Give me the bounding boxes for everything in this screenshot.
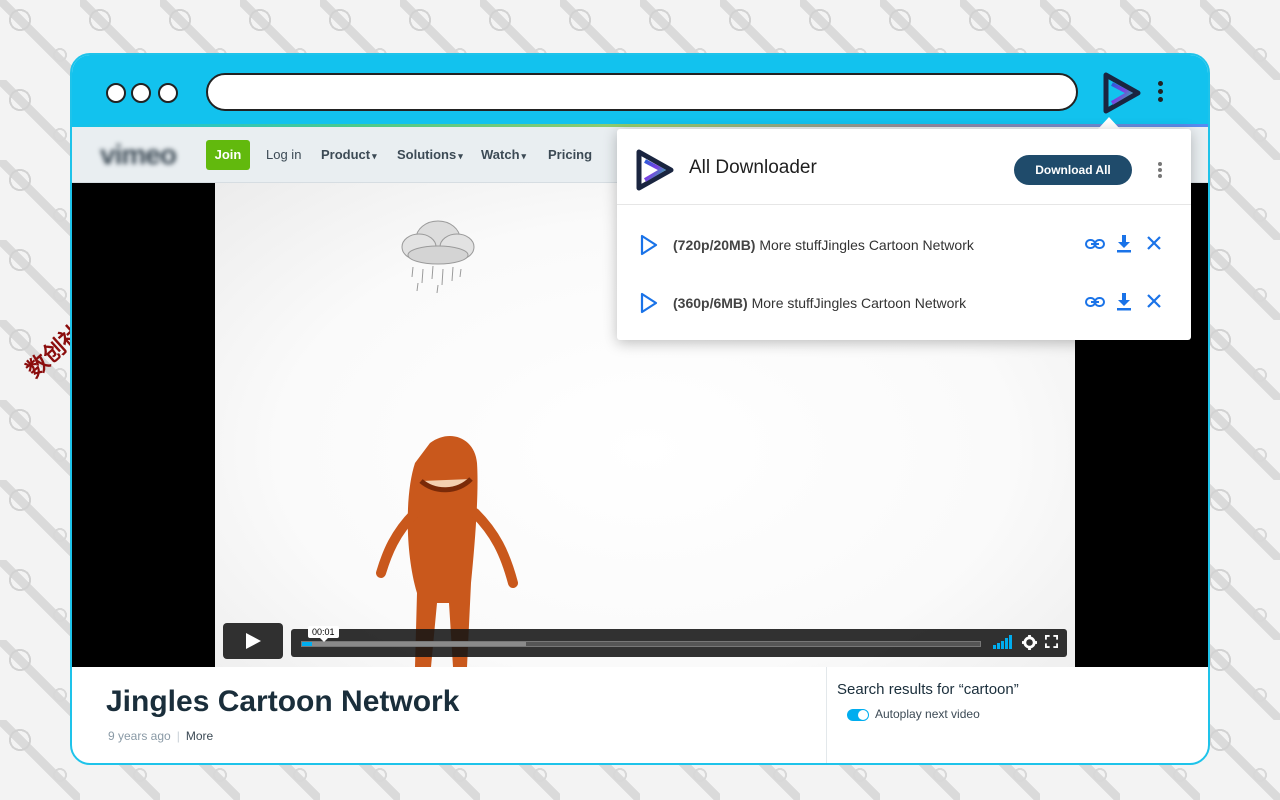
browser-menu-icon[interactable] <box>1156 81 1164 105</box>
autoplay-label: Autoplay next video <box>875 707 980 721</box>
download-icon[interactable] <box>1115 292 1133 312</box>
play-icon[interactable] <box>639 292 659 314</box>
download-item: (720p/20MB) More stuffJingles Cartoon Ne… <box>617 225 1191 265</box>
download-item-quality: (720p/20MB) <box>673 237 756 253</box>
upload-age: 9 years ago <box>108 729 171 743</box>
chevron-down-icon: ▾ <box>521 151 527 161</box>
all-downloader-extension-icon[interactable] <box>1102 72 1142 114</box>
autoplay-toggle[interactable] <box>847 709 869 721</box>
download-item-label: (360p/6MB) More stuffJingles Cartoon Net… <box>673 295 966 311</box>
downloader-popup: All Downloader Download All (720p/20MB) … <box>617 129 1191 340</box>
nav-watch-label: Watch <box>481 147 520 162</box>
video-meta: 9 years ago | More <box>108 729 214 743</box>
download-all-button[interactable]: Download All <box>1014 155 1132 185</box>
popup-caret <box>1098 117 1120 129</box>
nav-watch[interactable]: Watch ▾ <box>481 147 526 162</box>
close-icon[interactable] <box>1145 292 1163 310</box>
login-link[interactable]: Log in <box>266 147 301 162</box>
volume-icon[interactable] <box>993 635 1013 649</box>
progress-bar[interactable]: 00:01 <box>301 626 981 647</box>
current-time-tooltip: 00:01 <box>308 626 339 642</box>
download-item-name: More stuffJingles Cartoon Network <box>751 295 967 311</box>
vimeo-logo[interactable]: vimeo <box>100 139 177 171</box>
play-icon <box>246 633 261 649</box>
play-icon[interactable] <box>639 234 659 256</box>
popup-header: All Downloader Download All <box>617 129 1191 205</box>
rain-cloud-image <box>401 220 475 294</box>
popup-title: All Downloader <box>689 157 817 178</box>
more-link[interactable]: More <box>186 729 213 743</box>
nav-product[interactable]: Product ▾ <box>321 147 377 162</box>
nav-solutions[interactable]: Solutions ▾ <box>397 147 463 162</box>
play-button[interactable] <box>223 623 283 659</box>
popup-menu-icon[interactable] <box>1156 162 1164 182</box>
download-item-label: (720p/20MB) More stuffJingles Cartoon Ne… <box>673 237 974 253</box>
progress-played <box>302 642 313 646</box>
close-icon[interactable] <box>1145 234 1163 252</box>
download-item: (360p/6MB) More stuffJingles Cartoon Net… <box>617 283 1191 323</box>
window-dot-3[interactable] <box>158 83 178 103</box>
link-icon[interactable] <box>1085 292 1105 312</box>
link-icon[interactable] <box>1085 234 1105 254</box>
nav-product-label: Product <box>321 147 371 162</box>
nav-pricing[interactable]: Pricing <box>548 147 592 162</box>
window-dot-1[interactable] <box>106 83 126 103</box>
player-controlbar: 00:01 <box>291 626 1067 657</box>
related-panel: Search results for “cartoon” Autoplay ne… <box>826 667 1208 763</box>
video-title: Jingles Cartoon Network <box>106 685 460 718</box>
address-bar[interactable] <box>206 73 1078 111</box>
window-dot-2[interactable] <box>131 83 151 103</box>
download-item-name: More stuffJingles Cartoon Network <box>759 237 974 253</box>
nav-solutions-label: Solutions <box>397 147 457 162</box>
settings-icon[interactable] <box>1022 635 1037 650</box>
download-icon[interactable] <box>1115 234 1133 254</box>
browser-toolbar <box>72 55 1208 127</box>
join-button[interactable]: Join <box>206 140 250 170</box>
nav-pricing-label: Pricing <box>548 147 593 162</box>
chevron-down-icon: ▾ <box>458 151 463 161</box>
chevron-down-icon: ▾ <box>372 151 377 161</box>
fullscreen-icon[interactable] <box>1045 635 1058 648</box>
progress-buffered <box>302 642 526 646</box>
download-item-quality: (360p/6MB) <box>673 295 748 311</box>
search-results-heading[interactable]: Search results for “cartoon” <box>837 681 1019 698</box>
all-downloader-logo-icon <box>636 149 674 191</box>
